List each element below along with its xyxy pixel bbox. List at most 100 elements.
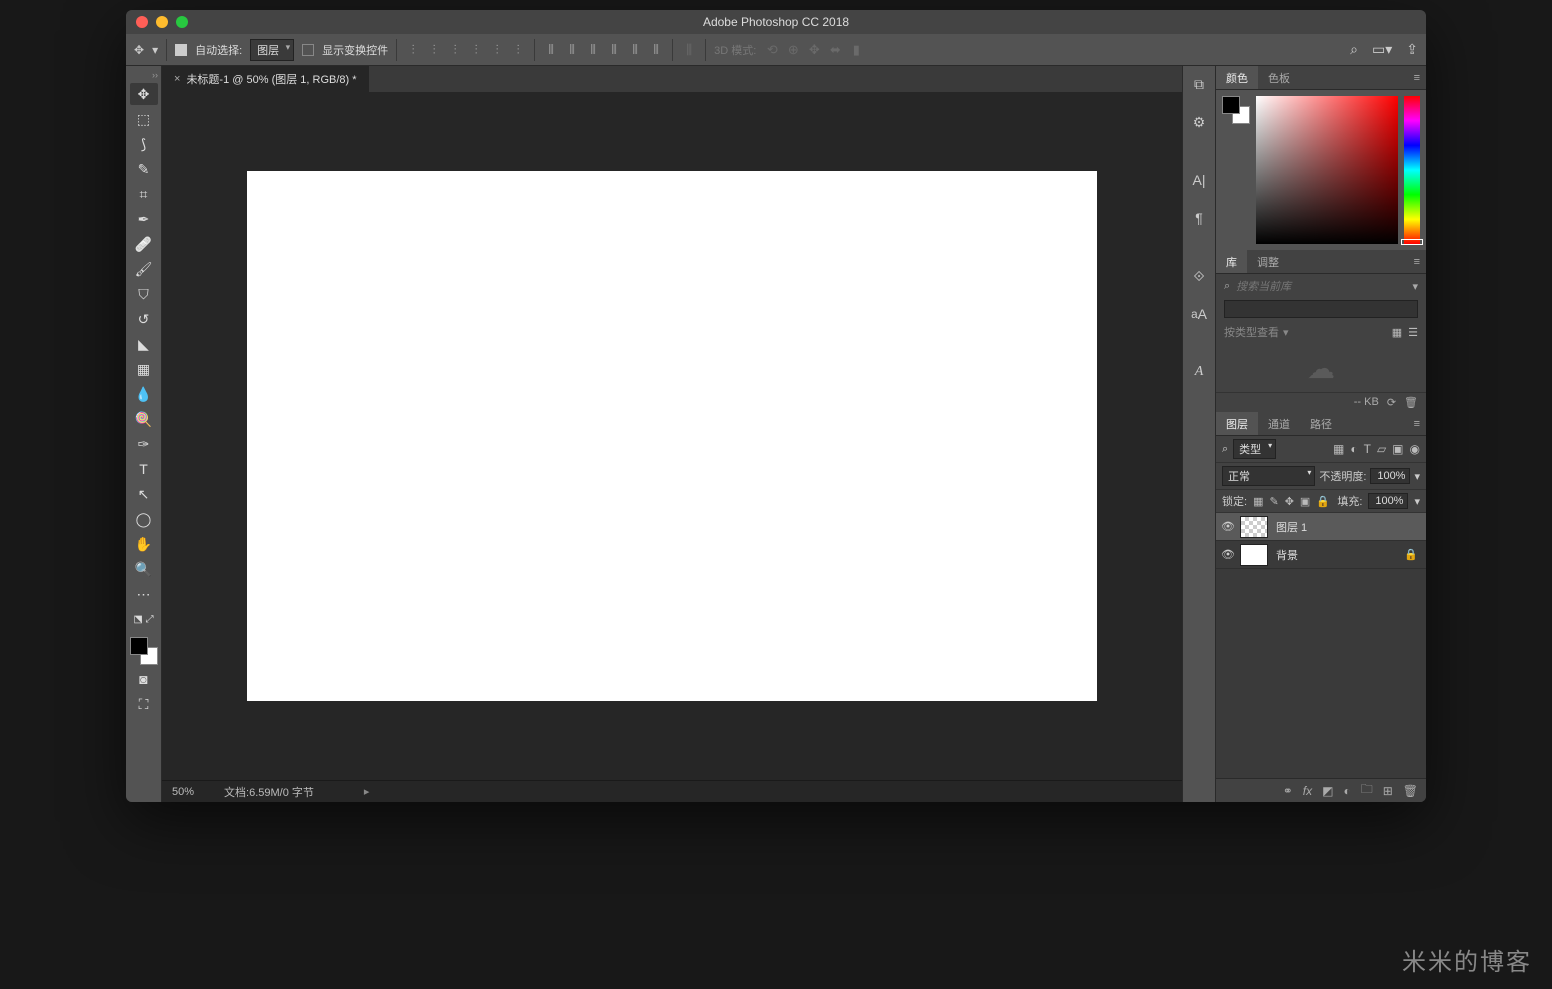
distribute-right-icon[interactable]: ⫴ [648,42,664,58]
dodge-tool[interactable]: 🍭 [130,408,158,430]
eyedropper-tool[interactable]: ✒ [130,208,158,230]
align-left-icon[interactable]: ⫶ [468,42,484,58]
blend-mode-select[interactable]: 正常 [1222,466,1315,486]
library-search-input[interactable]: 搜索当前库 [1236,278,1406,294]
color-swatches[interactable] [130,637,158,665]
lock-transparency-icon[interactable]: ▦ [1253,495,1263,508]
panel-menu-icon[interactable]: ≡ [1414,72,1426,84]
panel-menu-icon[interactable]: ≡ [1414,256,1426,268]
lock-position-icon[interactable]: ✥ [1285,495,1294,508]
toolbar-expand-icon[interactable]: ›› [152,70,161,80]
filter-pixel-icon[interactable]: ▦ [1333,442,1344,456]
eraser-tool[interactable]: ◣ [130,333,158,355]
marquee-tool[interactable]: ⬚ [130,108,158,130]
layer-name[interactable]: 背景 [1276,547,1298,563]
distribute-left-icon[interactable]: ⫴ [606,42,622,58]
align-hcenter-icon[interactable]: ⫶ [489,42,505,58]
distribute-vcenter-icon[interactable]: ⫴ [564,42,580,58]
doc-info[interactable]: 文档:6.59M/0 字节 [224,784,314,800]
search-icon[interactable]: ⌕ [1350,41,1358,58]
lock-artboard-icon[interactable]: ▣ [1300,495,1310,508]
group-icon[interactable]: 🗀 [1361,780,1373,801]
visibility-icon[interactable]: 👁 [1216,520,1240,533]
filter-adjust-icon[interactable]: ◐ [1350,442,1357,456]
quick-mask-tool[interactable]: ◙ [130,668,158,690]
filter-toggle[interactable]: ◉ [1410,442,1420,456]
brush-tool[interactable]: 🖌 [130,258,158,280]
distribute-hcenter-icon[interactable]: ⫴ [627,42,643,58]
layer-thumbnail[interactable] [1240,516,1268,538]
color-picker[interactable] [1256,96,1398,244]
character-panel-icon[interactable]: A| [1187,168,1211,192]
opacity-input[interactable]: 100% [1370,468,1410,484]
gradient-tool[interactable]: ▦ [130,358,158,380]
align-vcenter-icon[interactable]: ⫶ [426,42,442,58]
lasso-tool[interactable]: ⟆ [130,133,158,155]
foreground-color[interactable] [130,637,148,655]
paragraph-panel-icon[interactable]: ¶ [1187,206,1211,230]
hue-slider[interactable] [1404,96,1420,244]
quick-select-tool[interactable]: ✎ [130,158,158,180]
align-bottom-icon[interactable]: ⫶ [447,42,463,58]
swap-colors-icon[interactable]: ⬔ ⤢ [130,608,158,630]
filter-smart-icon[interactable]: ▣ [1392,442,1403,456]
link-layers-icon[interactable]: ⚭ [1283,784,1293,798]
channels-tab[interactable]: 通道 [1258,412,1300,435]
crop-tool[interactable]: ⌗ [130,183,158,205]
properties-panel-icon[interactable]: ⚙ [1187,110,1211,134]
panel-swatches[interactable] [1222,96,1250,124]
swatches-tab[interactable]: 色板 [1258,66,1300,89]
workspace-switcher[interactable]: ▭▾ [1372,41,1392,58]
edit-toolbar[interactable]: ⋯ [130,583,158,605]
minimize-window-button[interactable] [156,16,168,28]
layers-tab[interactable]: 图层 [1216,412,1258,435]
hand-tool[interactable]: ✋ [130,533,158,555]
document-tab[interactable]: × 未标题-1 @ 50% (图层 1, RGB/8) * [162,66,369,92]
autoselect-checkbox[interactable] [175,44,187,56]
distribute-top-icon[interactable]: ⫴ [543,42,559,58]
visibility-icon[interactable]: 👁 [1216,548,1240,561]
library-select[interactable] [1224,300,1418,318]
autoselect-target-select[interactable]: 图层 [250,39,294,61]
filter-shape-icon[interactable]: ▱ [1377,442,1386,456]
library-tab[interactable]: 库 [1216,250,1247,273]
panel-menu-icon[interactable]: ≡ [1414,418,1426,430]
library-view-label[interactable]: 按类型查看 [1224,324,1279,340]
status-menu-icon[interactable]: ▸ [364,785,370,798]
new-layer-icon[interactable]: ⊞ [1383,784,1393,798]
history-brush-tool[interactable]: ↺ [130,308,158,330]
zoom-level[interactable]: 50% [172,786,194,798]
blur-tool[interactable]: 💧 [130,383,158,405]
fill-input[interactable]: 100% [1368,493,1408,509]
brushes-panel-icon[interactable]: ⟐ [1187,264,1211,288]
stamp-tool[interactable]: ⛉ [130,283,158,305]
adjustments-tab[interactable]: 调整 [1247,250,1289,273]
delete-layer-icon[interactable]: 🗑 [1403,784,1418,798]
grid-view-icon[interactable]: ▦ [1392,326,1402,339]
document-canvas[interactable] [247,171,1097,701]
sync-icon[interactable]: ⟳ [1387,396,1396,409]
move-tool[interactable]: ✥ [130,83,158,105]
healing-tool[interactable]: 🩹 [130,233,158,255]
align-right-icon[interactable]: ⫶ [510,42,526,58]
align-top-icon[interactable]: ⫶ [405,42,421,58]
canvas-stage[interactable] [162,92,1182,780]
path-select-tool[interactable]: ↖ [130,483,158,505]
zoom-tool[interactable]: 🔍 [130,558,158,580]
layer-name[interactable]: 图层 1 [1276,519,1307,535]
search-dropdown-icon[interactable]: ▾ [1412,280,1418,293]
lock-pixels-icon[interactable]: ✎ [1269,495,1278,508]
layer-row[interactable]: 👁背景🔒 [1216,541,1426,569]
share-icon[interactable]: ⇪ [1406,41,1418,58]
adjustment-layer-icon[interactable]: ◐ [1343,784,1350,798]
filter-type-icon[interactable]: T [1364,442,1371,456]
lock-all-icon[interactable]: 🔒 [1316,495,1330,508]
distribute-bottom-icon[interactable]: ⫴ [585,42,601,58]
shape-tool[interactable]: ◯ [130,508,158,530]
list-view-icon[interactable]: ☰ [1408,326,1418,339]
close-window-button[interactable] [136,16,148,28]
pen-tool[interactable]: ✑ [130,433,158,455]
paths-tab[interactable]: 路径 [1300,412,1342,435]
styles-panel-icon[interactable]: A [1187,360,1211,384]
tool-preset-dropdown[interactable]: ▾ [152,43,158,57]
